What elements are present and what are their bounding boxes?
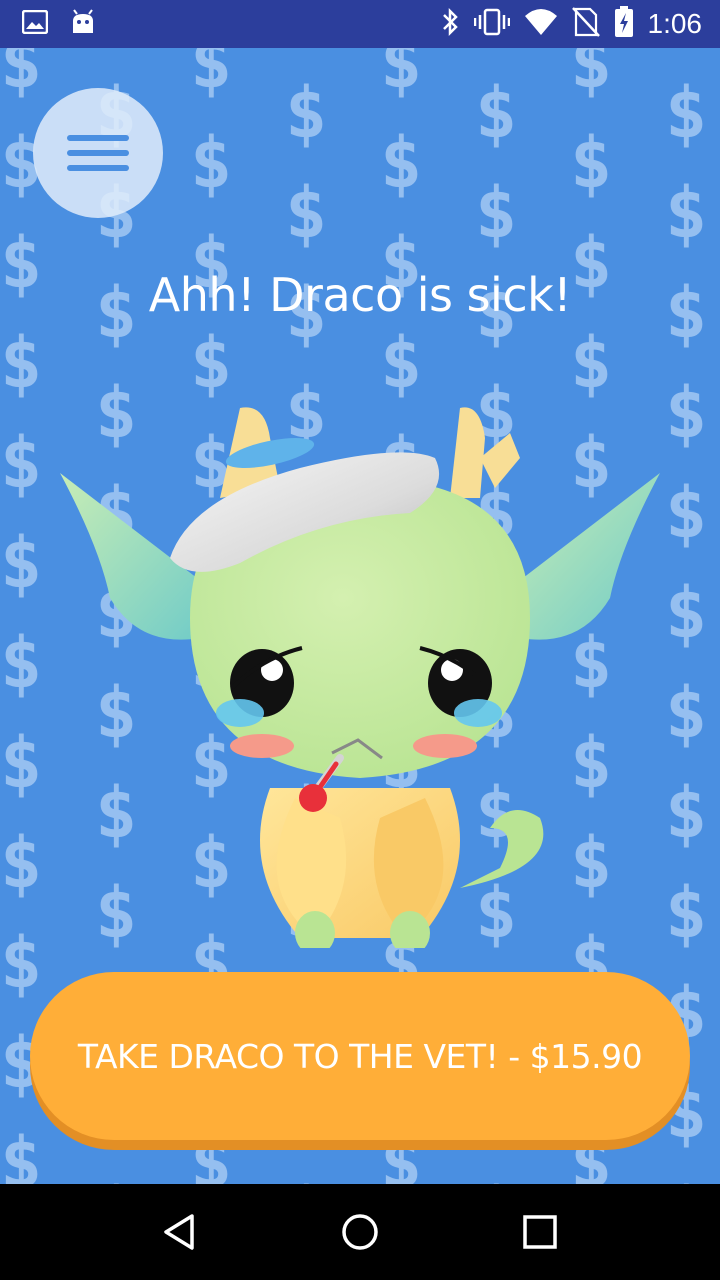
dollar-pattern-symbol: $: [0, 822, 43, 904]
recents-button[interactable]: [510, 1202, 570, 1262]
status-right: 1:06: [440, 6, 703, 42]
dollar-pattern-symbol: $: [665, 72, 708, 154]
status-time: 1:06: [647, 8, 703, 39]
dollar-pattern-symbol: $: [570, 122, 613, 204]
dollar-pattern-symbol: $: [0, 322, 43, 404]
back-button[interactable]: [150, 1202, 210, 1262]
android-icon: [70, 9, 96, 39]
dollar-pattern-symbol: $: [0, 722, 43, 804]
dollar-pattern-symbol: $: [0, 48, 43, 104]
dollar-pattern-symbol: $: [475, 172, 518, 254]
back-icon: [164, 1214, 194, 1250]
bluetooth-icon: [440, 7, 460, 41]
dollar-pattern-symbol: $: [0, 522, 43, 604]
dollar-pattern-symbol: $: [665, 172, 708, 254]
home-button[interactable]: [330, 1202, 390, 1262]
battery-charging-icon: [614, 6, 634, 42]
menu-button[interactable]: [33, 88, 163, 218]
image-icon: [21, 9, 49, 38]
menu-icon-line: [67, 135, 129, 141]
no-sim-icon: [571, 7, 600, 41]
dollar-pattern-symbol: $: [0, 922, 43, 1004]
vibrate-icon: [473, 8, 510, 40]
headline: Ahh! Draco is sick!: [148, 268, 572, 322]
dollar-pattern-symbol: $: [380, 122, 423, 204]
menu-icon-line: [67, 150, 129, 156]
main-screen: $ $ $ $ $ $ $ $ $ $ $ $ $ $ $ $ $ $ $ $ $ $ $ $ $ $ $ $ $ $ $ $ $ $ $ $ $ $ $ $…: [0, 48, 720, 1184]
menu-icon-line: [67, 165, 129, 171]
dollar-pattern-symbol: $: [285, 172, 328, 254]
status-bar: 1:06: [0, 0, 720, 48]
recents-icon: [523, 1215, 557, 1249]
vet-button-label: TAKE DRACO TO THE VET! - $15.90: [77, 1036, 643, 1076]
dollar-pattern-symbol: $: [380, 48, 423, 104]
status-left: [21, 9, 96, 39]
dollar-pattern-symbol: $: [475, 72, 518, 154]
dollar-pattern-symbol: $: [190, 48, 233, 104]
home-icon: [342, 1214, 378, 1250]
sick-dragon-illustration: [60, 407, 660, 948]
dollar-pattern-symbol: $: [190, 122, 233, 204]
dollar-pattern-symbol: $: [0, 622, 43, 704]
dollar-pattern-symbol: $: [570, 48, 613, 104]
dollar-pattern-symbol: $: [0, 1122, 43, 1184]
wifi-icon: [524, 8, 558, 40]
dollar-pattern-symbol: $: [0, 422, 43, 504]
navigation-bar: [0, 1184, 720, 1280]
dollar-pattern-symbol: $: [285, 72, 328, 154]
take-to-vet-button[interactable]: TAKE DRACO TO THE VET! - $15.90: [30, 972, 690, 1140]
